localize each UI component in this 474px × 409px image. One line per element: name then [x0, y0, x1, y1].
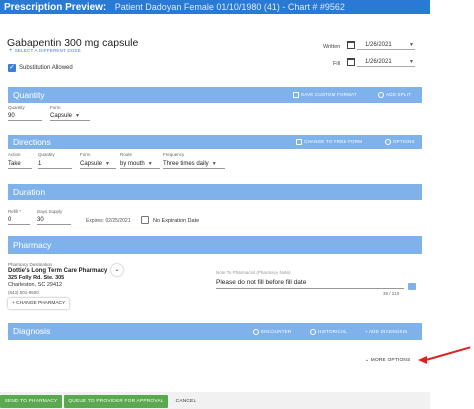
diagnosis-section-title: Diagnosis — [13, 326, 51, 336]
directions-form-select[interactable]: Capsule ▼ — [80, 159, 116, 169]
refill-label: Refill * — [8, 209, 22, 214]
frequency-value: Three times daily — [163, 161, 209, 167]
pharmacy-address-line1: 325 Folly Rd. Ste. 305 — [8, 275, 65, 281]
chevron-down-icon: ▼ — [147, 161, 153, 167]
pharmacy-destination-label: Pharmacy Destination — [8, 262, 53, 267]
diagnosis-section-header: Diagnosis ENCOUNTER HISTORICAL + ADD DIA… — [8, 323, 422, 340]
fill-label: Fill — [333, 61, 341, 67]
note-char-counter: 35 / 210 — [383, 291, 400, 296]
substitution-checkbox[interactable]: ✓ — [8, 64, 16, 72]
split-icon — [378, 91, 384, 98]
change-pharmacy-label: CHANGE PHARMACY — [16, 301, 66, 306]
chevron-down-icon[interactable]: ▼ — [409, 42, 414, 48]
action-label: Action — [8, 152, 21, 157]
expires-text: Expires: 02/25/2021 — [86, 218, 131, 224]
directions-quantity-input[interactable]: 1 — [38, 159, 72, 169]
patient-info: Patient Dadoyan Female 01/10/1980 (41) -… — [114, 2, 345, 12]
directions-section-header: Directions CHANGE TO FREE FORM OPTIONS — [8, 135, 422, 149]
quantity-input[interactable]: 90 — [8, 111, 42, 121]
pharmacy-note-label: Note To Pharmacist (Pharmacy Note) — [216, 270, 291, 275]
written-label: Written — [323, 44, 341, 50]
pharmacy-note-input[interactable]: Please do not fill before fill date — [216, 277, 404, 289]
refill-input[interactable]: 0 — [8, 215, 30, 225]
chevron-down-icon: ⌄ — [114, 267, 120, 273]
history-icon — [310, 328, 316, 335]
change-to-free-form-label: CHANGE TO FREE FORM — [304, 139, 363, 144]
duration-section-header: Duration — [8, 184, 422, 200]
quantity-section-title: Quantity — [13, 90, 45, 100]
action-select[interactable]: Take — [8, 159, 32, 169]
directions-quantity-label: Quantity — [38, 152, 55, 157]
change-pharmacy-button[interactable]: + CHANGE PHARMACY — [8, 298, 70, 309]
no-expiration-checkbox[interactable] — [141, 216, 149, 224]
chevron-down-icon: ▼ — [75, 113, 80, 119]
directions-form-value: Capsule — [80, 161, 103, 167]
route-value: by mouth — [120, 161, 145, 167]
add-split-button[interactable]: ADD SPLIT — [378, 87, 411, 103]
days-supply-input[interactable]: 30 — [37, 215, 71, 225]
save-custom-format-label: SAVE CUSTOM FORMAT — [301, 92, 357, 97]
options-label: OPTIONS — [393, 139, 415, 144]
note-template-icon[interactable] — [408, 283, 416, 290]
add-split-label: ADD SPLIT — [386, 92, 412, 97]
plus-icon: + — [9, 48, 13, 54]
chevron-down-icon: ▼ — [105, 161, 110, 167]
preview-title: Prescription Preview: — [4, 2, 107, 13]
fill-date-field[interactable]: 1/26/2021 — [357, 57, 415, 67]
preview-header: Prescription Preview: Patient Dadoyan Fe… — [0, 0, 430, 14]
pharmacy-name: Dottie's Long Term Care Pharmacy — [8, 268, 108, 274]
add-diagnosis-label: ADD DIAGNOSIS — [369, 329, 408, 334]
select-different-dose-label: SELECT A DIFFERENT DOSE — [14, 48, 81, 53]
pharmacy-section-title: Pharmacy — [13, 240, 52, 250]
pharmacy-address-line2: Charleston, SC 29412 — [8, 282, 63, 288]
annotation-arrow — [425, 346, 471, 361]
calendar-icon[interactable] — [347, 41, 355, 49]
calendar-icon[interactable] — [347, 58, 355, 66]
frequency-select[interactable]: Three times daily ▼ — [163, 159, 225, 169]
more-options-button[interactable]: ⌄ MORE OPTIONS — [365, 358, 410, 363]
historical-button[interactable]: HISTORICAL — [310, 323, 347, 340]
save-icon — [293, 91, 299, 98]
frequency-label: Frequency — [163, 152, 185, 157]
change-to-free-form-button[interactable]: CHANGE TO FREE FORM — [296, 135, 362, 149]
pharmacy-phone: (843) 501-9500 — [8, 290, 39, 295]
quantity-section-header: Quantity SAVE CUSTOM FORMAT ADD SPLIT — [8, 87, 422, 103]
encounter-label: ENCOUNTER — [261, 329, 292, 334]
annotation-arrow-head — [418, 356, 427, 364]
save-custom-format-button[interactable]: SAVE CUSTOM FORMAT — [293, 87, 357, 103]
days-supply-label: Days Supply — [37, 209, 63, 214]
no-expiration-label: No Expiration Date — [153, 218, 200, 224]
cancel-button[interactable]: CANCEL — [171, 395, 201, 408]
chevron-down-icon[interactable]: ▼ — [409, 59, 414, 65]
chevron-down-icon: ▼ — [211, 161, 217, 167]
duration-section-title: Duration — [13, 187, 46, 197]
form-value: Capsule — [50, 113, 73, 119]
route-select[interactable]: by mouth ▼ — [120, 159, 160, 169]
encounter-button[interactable]: ENCOUNTER — [253, 323, 291, 340]
info-icon — [385, 138, 391, 145]
route-label: Route — [120, 152, 133, 157]
directions-section-title: Directions — [13, 137, 51, 147]
select-different-dose-link[interactable]: + SELECT A DIFFERENT DOSE — [9, 48, 81, 54]
send-to-pharmacy-button[interactable]: SEND TO PHARMACY — [0, 395, 62, 408]
edit-icon — [296, 138, 302, 145]
historical-label: HISTORICAL — [318, 329, 347, 334]
written-date-field[interactable]: 1/26/2021 — [357, 40, 415, 50]
queue-for-approval-button[interactable]: QUEUE TO PROVIDER FOR APPROVAL — [64, 395, 168, 408]
quantity-label: Quantity — [8, 105, 25, 110]
directions-form-label: Form — [80, 152, 91, 157]
footer-bar: SEND TO PHARMACY QUEUE TO PROVIDER FOR A… — [0, 392, 430, 409]
options-button[interactable]: OPTIONS — [385, 135, 415, 149]
substitution-label: Substitution Allowed — [19, 65, 73, 71]
pharmacy-expand-button[interactable]: ⌄ — [111, 264, 123, 276]
add-diagnosis-button[interactable]: + ADD DIAGNOSIS — [365, 323, 407, 340]
encounter-icon — [253, 328, 259, 335]
more-options-label: MORE OPTIONS — [370, 358, 411, 363]
form-label: Form — [50, 105, 61, 110]
pharmacy-section-header: Pharmacy — [8, 236, 422, 254]
form-select[interactable]: Capsule ▼ — [50, 111, 90, 121]
